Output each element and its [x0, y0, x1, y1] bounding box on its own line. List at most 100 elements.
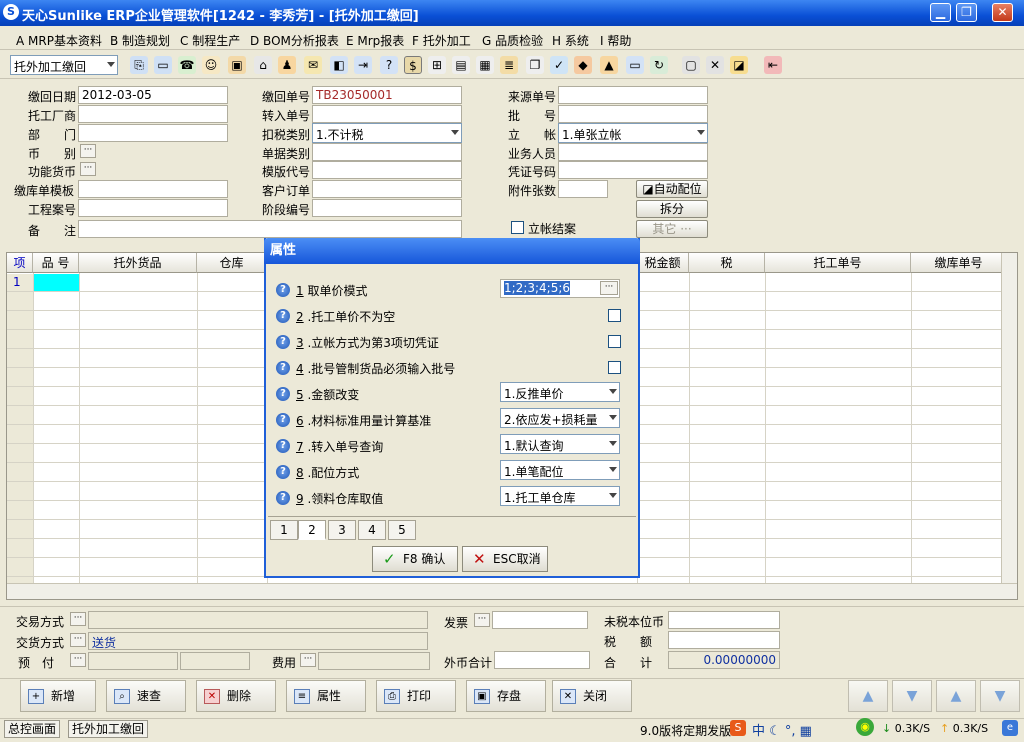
invoice-field[interactable]	[492, 611, 588, 629]
home-icon[interactable]: ⌂	[254, 56, 272, 74]
chart-icon[interactable]: ▲	[600, 56, 618, 74]
pin-icon[interactable]: ⇥	[354, 56, 372, 74]
close-button[interactable]: ✕	[992, 3, 1013, 22]
settled-checkbox[interactable]	[511, 221, 524, 234]
module-select[interactable]: 托外加工缴回	[10, 55, 118, 75]
help-icon[interactable]: ?	[380, 56, 398, 74]
print-button[interactable]: ⎙ 打印	[376, 680, 456, 712]
selected-cell[interactable]	[33, 274, 79, 291]
prev-record-button[interactable]: ▼	[892, 680, 932, 712]
screen-icon[interactable]: ▭	[626, 56, 644, 74]
batch-required-checkbox[interactable]	[608, 361, 621, 374]
copy-icon[interactable]: ⎘	[130, 56, 148, 74]
attach-field[interactable]	[558, 180, 608, 198]
people-icon[interactable]: ♟	[278, 56, 296, 74]
untax-field[interactable]	[668, 611, 780, 629]
doc-type-field[interactable]	[312, 143, 462, 161]
allocate-mode-select[interactable]: 1.单笔配位	[500, 460, 620, 480]
window-icon[interactable]: ▢	[682, 56, 700, 74]
col-index[interactable]: 项	[7, 253, 33, 273]
transfer-query-select[interactable]: 1.默认查询	[500, 434, 620, 454]
tab-page-1[interactable]: 1	[270, 520, 298, 540]
tab-page-4[interactable]: 4	[358, 520, 386, 540]
voucher-field[interactable]	[558, 161, 708, 179]
split-button[interactable]: 拆分	[636, 200, 708, 218]
col-stock-order[interactable]: 缴库单号	[911, 253, 1007, 273]
money-icon[interactable]: $	[404, 56, 422, 74]
dept-field[interactable]	[78, 124, 228, 142]
fee-field[interactable]	[318, 652, 430, 670]
vendor-field[interactable]	[78, 105, 228, 123]
warehouse-source-select[interactable]: 1.托工单仓库	[500, 486, 620, 506]
tab-page-2[interactable]: 2	[298, 520, 326, 540]
voucher-mode-checkbox[interactable]	[608, 335, 621, 348]
trade-field[interactable]	[88, 611, 428, 629]
col-tax-amount[interactable]: 税金额	[637, 253, 689, 273]
foreign-total-field[interactable]	[494, 651, 590, 669]
menu-mrp-report[interactable]: E Mrp报表	[346, 32, 404, 49]
network-icon[interactable]: ◉	[856, 718, 874, 736]
menu-quality[interactable]: G 品质检验	[482, 32, 543, 49]
project-field[interactable]	[78, 199, 228, 217]
source-no-field[interactable]	[558, 86, 708, 104]
confirm-button[interactable]: ✓ F8 确认	[372, 546, 458, 572]
col-item-no[interactable]: 品 号	[33, 253, 79, 273]
fee-picker-button[interactable]: ···	[300, 653, 316, 667]
amount-change-select[interactable]: 1.反推单价	[500, 382, 620, 402]
col-warehouse[interactable]: 仓库	[197, 253, 267, 273]
menu-system[interactable]: H 系统	[552, 32, 589, 49]
invoice-picker-button[interactable]: ···	[474, 613, 490, 627]
currency-picker-button[interactable]: ···	[80, 144, 96, 158]
last-record-button[interactable]: ▼	[980, 680, 1020, 712]
trade-picker-button[interactable]: ···	[70, 612, 86, 626]
phone-icon[interactable]: ☎	[178, 56, 196, 74]
tab-page-5[interactable]: 5	[388, 520, 416, 540]
minimize-button[interactable]: ▁	[930, 3, 951, 22]
delivery-field[interactable]: 送货	[88, 632, 428, 650]
template-code-field[interactable]	[312, 161, 462, 179]
property-button[interactable]: ≡ 属性	[286, 680, 366, 712]
new-button[interactable]: + 新增	[20, 680, 96, 712]
tab-outsource-return[interactable]: 托外加工缴回	[68, 720, 149, 738]
prepay-picker-button[interactable]: ···	[70, 653, 86, 667]
tab-main-console[interactable]: 总控画面	[4, 720, 61, 738]
next-record-button[interactable]: ▲	[936, 680, 976, 712]
col-tax[interactable]: 税	[689, 253, 765, 273]
bell-icon[interactable]: ◆	[574, 56, 592, 74]
tax-field[interactable]	[668, 631, 780, 649]
no-field[interactable]: TB23050001	[312, 86, 462, 104]
transfer-no-field[interactable]	[312, 105, 462, 123]
cancel-button[interactable]: ✕ ESC取消	[462, 546, 548, 572]
close-doc-icon[interactable]: ✕	[706, 56, 724, 74]
ime-icon[interactable]: S	[730, 720, 746, 736]
col-work-order[interactable]: 托工单号	[765, 253, 911, 273]
delete-button[interactable]: ✕ 删除	[196, 680, 276, 712]
prepay-field-2[interactable]	[180, 652, 250, 670]
calculator-icon[interactable]: ▦	[476, 56, 494, 74]
first-record-button[interactable]: ▲	[848, 680, 888, 712]
vertical-scrollbar[interactable]	[1001, 253, 1017, 583]
delivery-picker-button[interactable]: ···	[70, 633, 86, 647]
other-button[interactable]: 其它 ···	[636, 220, 708, 238]
auto-allocate-button[interactable]: ◪自动配位	[636, 180, 708, 198]
maximize-button[interactable]: ❐	[956, 3, 977, 22]
files-icon[interactable]: ❐	[526, 56, 544, 74]
search-button[interactable]: ⌕ 速查	[106, 680, 186, 712]
ime-toolbar-icon[interactable]: 中 ☾ °, ▦	[752, 720, 812, 739]
close-form-button[interactable]: ✕ 关闭	[552, 680, 632, 712]
check-circle-icon[interactable]: ✓	[550, 56, 568, 74]
col-goods[interactable]: 托外货品	[79, 253, 197, 273]
database-icon[interactable]: ≣	[500, 56, 518, 74]
cart-icon[interactable]: ⊞	[428, 56, 446, 74]
customer-order-field[interactable]	[312, 180, 462, 198]
template-field[interactable]	[78, 180, 228, 198]
account-select[interactable]: 1.单张立帐	[558, 123, 708, 143]
monitor-icon[interactable]: ▭	[154, 56, 172, 74]
date-field[interactable]: 2012-03-05	[78, 86, 228, 104]
price-not-empty-checkbox[interactable]	[608, 309, 621, 322]
func-currency-picker-button[interactable]: ···	[80, 162, 96, 176]
save-button[interactable]: ▣ 存盘	[466, 680, 546, 712]
price-mode-picker-button[interactable]: ···	[600, 281, 618, 295]
exit-icon[interactable]: ⇤	[764, 56, 782, 74]
menu-outsource[interactable]: F 托外加工	[412, 32, 471, 49]
